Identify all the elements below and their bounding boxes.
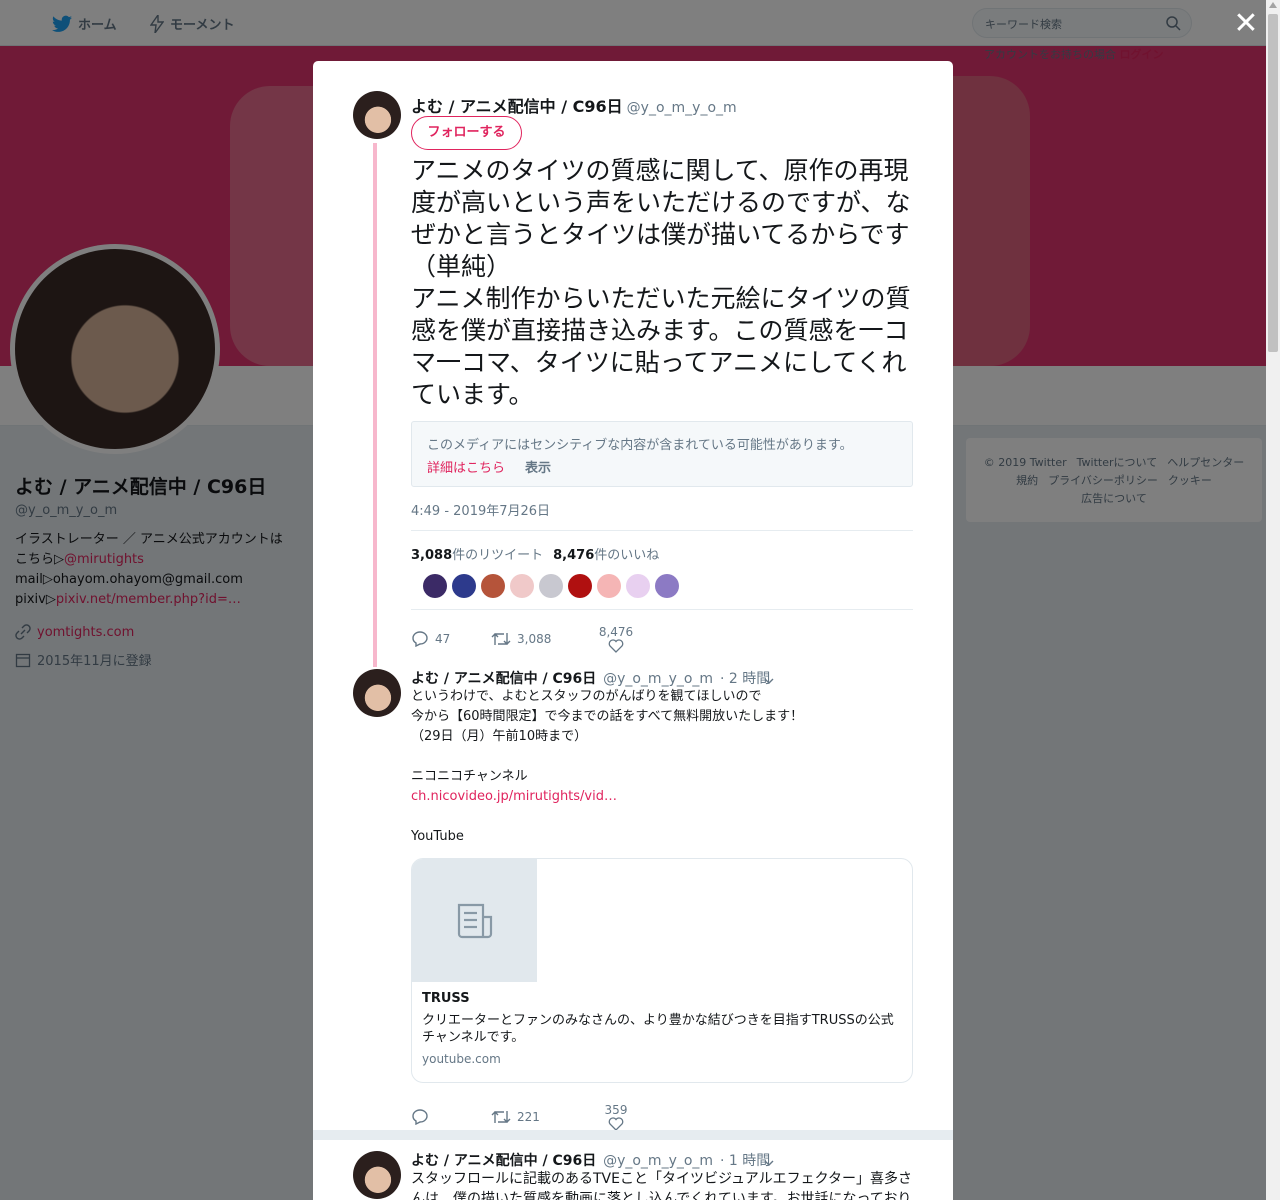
main-tweet-actions: 47 3,088 8,476 xyxy=(411,625,641,653)
tweet-modal: よむ / アニメ配信中 / C96日 @y_o_m_y_o_m フォローする アニ… xyxy=(313,61,953,1200)
author-name[interactable]: よむ / アニメ配信中 / C96日 xyxy=(411,1153,596,1169)
retweet-icon xyxy=(491,1111,511,1123)
link-preview-card[interactable]: TRUSS クリエーターとファンのみなさんの、より豊かな結びつきを目指すTRUS… xyxy=(411,858,913,1083)
like-button[interactable]: 8,476 xyxy=(591,625,641,653)
like-stat[interactable]: 8,476件のいいね xyxy=(553,544,659,563)
retweet-stat[interactable]: 3,088件のリツイート xyxy=(411,544,543,563)
sensitive-learn-more-link[interactable]: 詳細はこちら xyxy=(427,457,505,476)
sensitive-show-button[interactable]: 表示 xyxy=(525,457,551,476)
thread-separator xyxy=(313,1130,953,1140)
retweet-count: 221 xyxy=(517,1110,540,1124)
heart-icon xyxy=(608,639,624,653)
scrollbar[interactable] xyxy=(1266,0,1280,1200)
card-title: TRUSS xyxy=(422,991,470,1006)
reply-icon xyxy=(412,631,428,647)
author-handle[interactable]: @y_o_m_y_o_m xyxy=(603,671,713,687)
retweet-count: 3,088 xyxy=(517,632,552,646)
card-domain: youtube.com xyxy=(422,1052,501,1066)
document-icon xyxy=(457,903,492,938)
like-count: 8,476 xyxy=(598,625,634,639)
tweet-timestamp[interactable]: 4:49 - 2019年7月26日 xyxy=(411,500,550,519)
scrollbar-thumb[interactable] xyxy=(1268,14,1278,352)
reply-1-header: よむ / アニメ配信中 / C96日 @y_o_m_y_o_m · 2 時間 xyxy=(411,668,770,688)
retweet-button[interactable]: 3,088 xyxy=(491,631,591,647)
liker-avatar[interactable] xyxy=(452,574,476,598)
main-tweet-header: よむ / アニメ配信中 / C96日 @y_o_m_y_o_m xyxy=(411,93,737,117)
tweet-stats: 3,088件のリツイート 8,476件のいいね xyxy=(411,544,659,563)
thread-line xyxy=(373,143,377,667)
card-thumbnail xyxy=(412,859,537,982)
liker-avatar[interactable] xyxy=(510,574,534,598)
chevron-down-icon[interactable] xyxy=(763,675,775,687)
liker-avatar[interactable] xyxy=(597,574,621,598)
heart-icon xyxy=(608,1117,624,1131)
card-description: クリエーターとファンのみなさんの、より豊かな結びつきを目指すTRUSSの公式チャ… xyxy=(422,1013,894,1045)
avatar[interactable] xyxy=(353,91,401,139)
reply-button[interactable]: 47 xyxy=(411,631,491,647)
liker-avatar[interactable] xyxy=(568,574,592,598)
reply-1-actions: 221 359 xyxy=(411,1103,641,1131)
liker-avatar[interactable] xyxy=(539,574,563,598)
reply-count: 47 xyxy=(435,632,451,646)
author-name[interactable]: よむ / アニメ配信中 / C96日 xyxy=(411,97,623,116)
divider xyxy=(411,530,913,531)
divider xyxy=(411,609,913,610)
follow-button[interactable]: フォローする xyxy=(411,116,522,150)
chevron-down-icon[interactable] xyxy=(763,1157,775,1169)
close-icon[interactable]: ✕ xyxy=(1232,9,1260,39)
reply-2-header: よむ / アニメ配信中 / C96日 @y_o_m_y_o_m · 1 時間 xyxy=(411,1150,770,1170)
like-stat-count: 8,476 xyxy=(553,548,595,563)
main-tweet-text: アニメのタイツの質感に関して、原作の再現度が高いという声をいただけるのですが、な… xyxy=(411,156,911,409)
like-button[interactable]: 359 xyxy=(591,1103,641,1131)
reply-1-text: というわけで、よむとスタッフのがんばりを観てほしいので 今から【60時間限定】で… xyxy=(411,689,804,784)
scroll-up-arrow[interactable] xyxy=(1269,2,1277,8)
author-handle[interactable]: @y_o_m_y_o_m xyxy=(627,100,737,116)
liker-avatar[interactable] xyxy=(626,574,650,598)
author-handle[interactable]: @y_o_m_y_o_m xyxy=(603,1153,713,1169)
nicovideo-link[interactable]: ch.nicovideo.jp/mirutights/vid… xyxy=(411,787,916,807)
sensitive-notice-text: このメディアにはセンシティブな内容が含まれている可能性があります。 xyxy=(427,438,853,453)
retweet-stat-count: 3,088 xyxy=(411,548,453,563)
retweet-stat-label: 件のリツイート xyxy=(452,548,544,563)
avatar[interactable] xyxy=(353,1151,401,1199)
likers-avatars xyxy=(423,574,679,598)
youtube-label: YouTube xyxy=(411,829,464,844)
liker-avatar[interactable] xyxy=(481,574,505,598)
sensitive-media-notice: このメディアにはセンシティブな内容が含まれている可能性があります。 詳細はこちら… xyxy=(411,421,913,487)
avatar[interactable] xyxy=(353,669,401,717)
retweet-button[interactable]: 221 xyxy=(491,1109,591,1125)
liker-avatar[interactable] xyxy=(655,574,679,598)
author-name[interactable]: よむ / アニメ配信中 / C96日 xyxy=(411,671,596,687)
retweet-icon xyxy=(491,633,511,645)
like-count: 359 xyxy=(604,1103,628,1117)
like-stat-label: 件のいいね xyxy=(594,548,660,563)
liker-avatar[interactable] xyxy=(423,574,447,598)
reply-button[interactable] xyxy=(411,1109,491,1125)
reply-2-text: スタッフロールに記載のあるTVEこと「タイツビジュアルエフェクター」喜多さんは、… xyxy=(411,1171,913,1200)
reply-icon xyxy=(412,1109,428,1125)
